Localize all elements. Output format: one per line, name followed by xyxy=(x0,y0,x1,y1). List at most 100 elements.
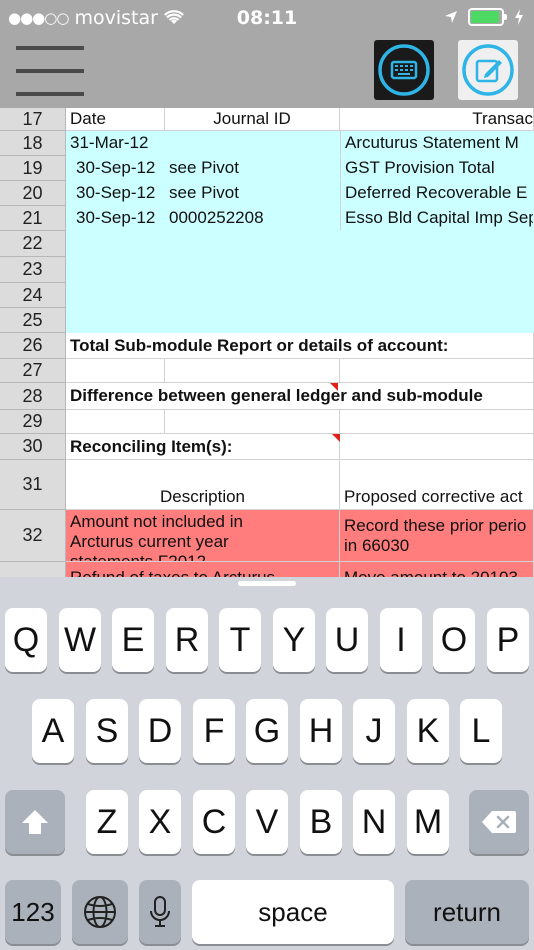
key-q[interactable]: Q xyxy=(5,608,47,672)
spreadsheet-grid[interactable]: 17 Date Journal ID Transac 18 31-Mar-12 … xyxy=(0,108,534,578)
cell-date-header[interactable]: Date xyxy=(66,108,165,131)
empty-cell[interactable] xyxy=(165,231,340,257)
row-header[interactable]: 24 xyxy=(0,283,66,308)
sheet-row-22[interactable]: 22 xyxy=(0,231,534,257)
sheet-row-25[interactable]: 25 xyxy=(0,308,534,333)
row-header[interactable]: 18 xyxy=(0,131,66,156)
numbers-key[interactable]: 123 xyxy=(5,880,61,944)
return-key[interactable]: return xyxy=(405,880,529,944)
key-b[interactable]: B xyxy=(300,790,342,854)
cell-journal-id[interactable]: see Pivot xyxy=(165,181,340,206)
shift-key[interactable] xyxy=(5,790,65,854)
empty-cell[interactable] xyxy=(66,231,165,257)
sheet-row-17[interactable]: 17 Date Journal ID Transac xyxy=(0,108,534,131)
cell-transaction[interactable]: Deferred Recoverable E xyxy=(340,181,534,206)
key-u[interactable]: U xyxy=(326,608,368,672)
cell-corrective-action[interactable]: Move amount to 20103 xyxy=(340,562,534,578)
cell-transaction[interactable]: Esso Bld Capital Imp Sep xyxy=(340,206,534,231)
keyboard-grabber[interactable] xyxy=(238,581,296,586)
row-header[interactable]: 31 xyxy=(0,460,66,510)
key-k[interactable]: K xyxy=(407,699,449,763)
sheet-row-30[interactable]: 30 Reconciling Item(s): xyxy=(0,434,534,460)
cell-date[interactable]: 30-Sep-12 xyxy=(66,156,165,181)
sheet-row-26[interactable]: 26 Total Sub-module Report or details of… xyxy=(0,333,534,359)
cell-journal-id[interactable]: 0000252208 xyxy=(165,206,340,231)
empty-cell[interactable] xyxy=(340,359,534,383)
key-n[interactable]: N xyxy=(353,790,395,854)
sheet-row-31[interactable]: 31 Description Proposed corrective act xyxy=(0,460,534,510)
cell-corrective-action[interactable]: Record these prior perio in 66030 xyxy=(340,510,534,562)
key-i[interactable]: I xyxy=(380,608,422,672)
space-key[interactable]: space xyxy=(192,880,394,944)
comment-indicator-icon[interactable] xyxy=(332,434,340,442)
cell-transaction[interactable]: Arcuturus Statement M xyxy=(340,131,534,156)
keyboard-toggle-button[interactable] xyxy=(374,40,434,100)
cell-description-header[interactable]: Description xyxy=(66,460,340,510)
empty-cell[interactable] xyxy=(340,231,534,257)
row-header[interactable]: 21 xyxy=(0,206,66,231)
globe-key[interactable] xyxy=(72,880,128,944)
row-header[interactable]: 28 xyxy=(0,383,66,410)
row-header[interactable]: 17 xyxy=(0,108,66,131)
cell-journal-header[interactable]: Journal ID xyxy=(165,108,340,131)
key-c[interactable]: C xyxy=(193,790,235,854)
backspace-key[interactable] xyxy=(469,790,529,854)
key-w[interactable]: W xyxy=(59,608,101,672)
key-l[interactable]: L xyxy=(460,699,502,763)
row-header[interactable] xyxy=(0,562,66,578)
empty-cell[interactable] xyxy=(340,257,534,283)
row-header[interactable]: 30 xyxy=(0,434,66,460)
empty-cell[interactable] xyxy=(66,283,165,308)
key-t[interactable]: T xyxy=(219,608,261,672)
sheet-row-19[interactable]: 19 30-Sep-12 see Pivot GST Provision Tot… xyxy=(0,156,534,181)
cell-corrective-action-header[interactable]: Proposed corrective act xyxy=(340,460,534,510)
key-r[interactable]: R xyxy=(166,608,208,672)
empty-cell[interactable] xyxy=(66,308,165,333)
key-a[interactable]: A xyxy=(32,699,74,763)
key-s[interactable]: S xyxy=(86,699,128,763)
empty-cell[interactable] xyxy=(340,308,534,333)
sheet-row-18[interactable]: 18 31-Mar-12 Arcuturus Statement M xyxy=(0,131,534,156)
cell-description[interactable]: Refund of taxes to Arcturus xyxy=(66,562,340,578)
key-e[interactable]: E xyxy=(112,608,154,672)
row-header[interactable]: 27 xyxy=(0,359,66,383)
comment-indicator-icon[interactable] xyxy=(330,383,338,391)
empty-cell[interactable] xyxy=(66,359,165,383)
key-o[interactable]: O xyxy=(433,608,475,672)
cell-date[interactable]: 30-Sep-12 xyxy=(66,206,165,231)
row-header[interactable]: 25 xyxy=(0,308,66,333)
key-f[interactable]: F xyxy=(193,699,235,763)
sheet-row-29[interactable]: 29 xyxy=(0,410,534,434)
cell-description[interactable]: Amount not included in Arcturus current … xyxy=(66,510,340,562)
row-header[interactable]: 20 xyxy=(0,181,66,206)
sheet-row-21[interactable]: 21 30-Sep-12 0000252208 Esso Bld Capital… xyxy=(0,206,534,231)
sheet-row-24[interactable]: 24 xyxy=(0,283,534,308)
cell-transaction-header[interactable]: Transac xyxy=(340,108,534,131)
row-header[interactable]: 32 xyxy=(0,510,66,562)
cell-journal-id[interactable]: see Pivot xyxy=(165,156,340,181)
key-j[interactable]: J xyxy=(353,699,395,763)
sheet-row-27[interactable]: 27 xyxy=(0,359,534,383)
cell-date[interactable]: 31-Mar-12 xyxy=(66,131,165,156)
empty-cell[interactable] xyxy=(165,359,340,383)
empty-cell[interactable] xyxy=(165,257,340,283)
row-header[interactable]: 19 xyxy=(0,156,66,181)
key-p[interactable]: P xyxy=(487,608,529,672)
cell-date[interactable]: 30-Sep-12 xyxy=(66,181,165,206)
empty-cell[interactable] xyxy=(340,283,534,308)
dictation-key[interactable] xyxy=(139,880,181,944)
empty-cell[interactable] xyxy=(165,308,340,333)
key-h[interactable]: H xyxy=(300,699,342,763)
empty-cell[interactable] xyxy=(340,410,534,434)
cell-journal-id[interactable] xyxy=(165,131,340,156)
edit-button[interactable] xyxy=(458,40,518,100)
cell-difference-label[interactable]: Difference between general ledger and su… xyxy=(66,383,534,410)
row-header[interactable]: 22 xyxy=(0,231,66,257)
key-y[interactable]: Y xyxy=(273,608,315,672)
empty-cell[interactable] xyxy=(66,257,165,283)
empty-cell[interactable] xyxy=(165,410,340,434)
row-header[interactable]: 26 xyxy=(0,333,66,359)
row-header[interactable]: 23 xyxy=(0,257,66,283)
key-z[interactable]: Z xyxy=(86,790,128,854)
row-header[interactable]: 29 xyxy=(0,410,66,434)
